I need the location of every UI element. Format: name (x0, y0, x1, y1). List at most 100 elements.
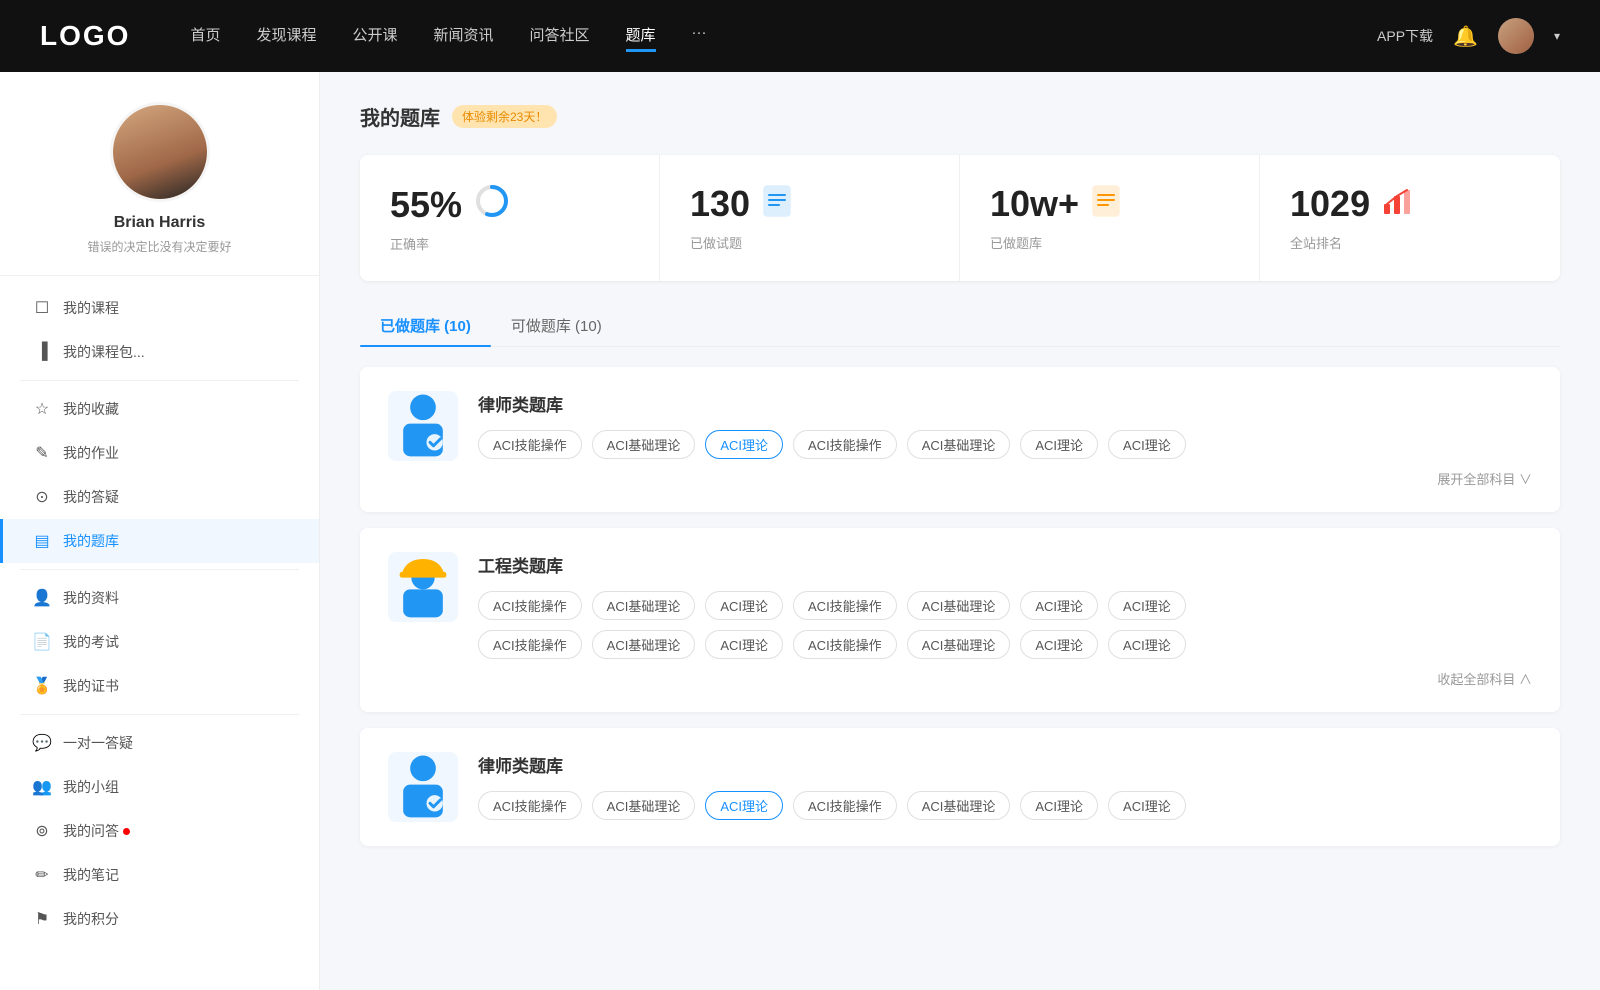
tag-e-4[interactable]: ACI基础理论 (907, 591, 1011, 620)
tag-3-3[interactable]: ACI技能操作 (793, 791, 897, 820)
pen-icon: ✏ (33, 866, 51, 884)
tag-1-4[interactable]: ACI基础理论 (907, 430, 1011, 459)
tag-e2-1[interactable]: ACI基础理论 (592, 630, 696, 659)
tag-1-0[interactable]: ACI技能操作 (478, 430, 582, 459)
tag-e-0[interactable]: ACI技能操作 (478, 591, 582, 620)
tag-e2-4[interactable]: ACI基础理论 (907, 630, 1011, 659)
avatar[interactable] (1498, 18, 1534, 54)
tag-3-4[interactable]: ACI基础理论 (907, 791, 1011, 820)
tag-1-6[interactable]: ACI理论 (1108, 430, 1186, 459)
app-download-link[interactable]: APP下载 (1377, 26, 1433, 46)
table-icon: ▤ (33, 532, 51, 550)
tag-e-3[interactable]: ACI技能操作 (793, 591, 897, 620)
qbank-icon-lawyer-2 (388, 752, 458, 822)
stat-accuracy-value: 55% (390, 184, 462, 226)
nav-questions[interactable]: 题库 (626, 20, 656, 52)
user-group-icon: 👤 (33, 589, 51, 607)
sidebar-item-points[interactable]: ⚑ 我的积分 (0, 897, 319, 941)
tag-e-6[interactable]: ACI理论 (1108, 591, 1186, 620)
stat-accuracy: 55% 正确率 (360, 155, 660, 281)
sidebar-avatar-image (113, 105, 207, 199)
tag-1-2[interactable]: ACI理论 (705, 430, 783, 459)
sidebar-item-question-bank[interactable]: ▤ 我的题库 (0, 519, 319, 563)
sidebar-divider-2 (20, 569, 299, 570)
sidebar-item-my-questions[interactable]: ⊚ 我的问答 (0, 809, 319, 853)
tag-1-5[interactable]: ACI理论 (1020, 430, 1098, 459)
sidebar-item-certificate[interactable]: 🏅 我的证书 (0, 664, 319, 708)
nav-more[interactable]: ··· (692, 20, 707, 52)
tag-e2-3[interactable]: ACI技能操作 (793, 630, 897, 659)
stat-done-banks-value: 10w+ (990, 183, 1079, 225)
sidebar-item-course-package[interactable]: ▐ 我的课程包... (0, 330, 319, 374)
tag-3-5[interactable]: ACI理论 (1020, 791, 1098, 820)
tag-1-1[interactable]: ACI基础理论 (592, 430, 696, 459)
bar-red-icon (1382, 186, 1412, 223)
tag-e-2[interactable]: ACI理论 (705, 591, 783, 620)
sidebar-item-homework[interactable]: ✎ 我的作业 (0, 431, 319, 475)
avatar-dropdown-arrow[interactable]: ▾ (1554, 29, 1560, 43)
sidebar-item-profile[interactable]: 👤 我的资料 (0, 576, 319, 620)
qbank-content-engineer: 工程类题库 ACI技能操作 ACI基础理论 ACI理论 ACI技能操作 ACI基… (478, 552, 1532, 688)
qbank-card-lawyer-2: 律师类题库 ACI技能操作 ACI基础理论 ACI理论 ACI技能操作 ACI基… (360, 728, 1560, 846)
edit-icon: ✎ (33, 444, 51, 462)
tabs-row: 已做题库 (10) 可做题库 (10) (360, 305, 1560, 347)
nav-home[interactable]: 首页 (190, 20, 220, 52)
qbank-card-lawyer-1: 律师类题库 ACI技能操作 ACI基础理论 ACI理论 ACI技能操作 ACI基… (360, 367, 1560, 512)
tag-1-3[interactable]: ACI技能操作 (793, 430, 897, 459)
qbank-tags-1: ACI技能操作 ACI基础理论 ACI理论 ACI技能操作 ACI基础理论 AC… (478, 430, 1532, 459)
stat-done-banks-label: 已做题库 (990, 233, 1229, 252)
notification-dot (123, 828, 130, 835)
nav-qa[interactable]: 问答社区 (530, 20, 590, 52)
stat-done-questions: 130 已做试题 (660, 155, 960, 281)
tag-3-0[interactable]: ACI技能操作 (478, 791, 582, 820)
badge-icon: 🏅 (33, 677, 51, 695)
sidebar-item-notes[interactable]: ✏ 我的笔记 (0, 853, 319, 897)
tab-done-banks[interactable]: 已做题库 (10) (360, 305, 491, 346)
sidebar-item-one-on-one[interactable]: 💬 一对一答疑 (0, 721, 319, 765)
sidebar-divider-3 (20, 714, 299, 715)
notification-bell[interactable]: 🔔 (1453, 24, 1478, 49)
stat-accuracy-label: 正确率 (390, 234, 629, 253)
nav-opencourse[interactable]: 公开课 (352, 20, 397, 52)
sidebar: Brian Harris 错误的决定比没有决定要好 ☐ 我的课程 ▐ 我的课程包… (0, 72, 320, 990)
stat-rank: 1029 全站排名 (1260, 155, 1560, 281)
sidebar-divider-1 (20, 380, 299, 381)
accuracy-icon (474, 183, 510, 226)
page-title: 我的题库 (360, 102, 440, 131)
tag-e2-6[interactable]: ACI理论 (1108, 630, 1186, 659)
qbank-icon-lawyer-1 (388, 391, 458, 461)
stat-rank-label: 全站排名 (1290, 233, 1530, 252)
qbank-expand-1[interactable]: 展开全部科目 ∨ (478, 469, 1532, 488)
tag-e2-5[interactable]: ACI理论 (1020, 630, 1098, 659)
bar-chart-icon: ▐ (33, 343, 51, 361)
tag-3-6[interactable]: ACI理论 (1108, 791, 1186, 820)
nav-news[interactable]: 新闻资讯 (434, 20, 494, 52)
tag-3-1[interactable]: ACI基础理论 (592, 791, 696, 820)
sidebar-item-exam[interactable]: 📄 我的考试 (0, 620, 319, 664)
sidebar-item-favorites[interactable]: ☆ 我的收藏 (0, 387, 319, 431)
tag-e-5[interactable]: ACI理论 (1020, 591, 1098, 620)
tag-e2-0[interactable]: ACI技能操作 (478, 630, 582, 659)
page-title-row: 我的题库 体验剩余23天！ (360, 102, 1560, 131)
qbank-content-1: 律师类题库 ACI技能操作 ACI基础理论 ACI理论 ACI技能操作 ACI基… (478, 391, 1532, 488)
qbank-tags-engineer-2: ACI技能操作 ACI基础理论 ACI理论 ACI技能操作 ACI基础理论 AC… (478, 630, 1532, 659)
sidebar-avatar (110, 102, 210, 202)
person-icon: ⚑ (33, 910, 51, 928)
chat-icon: 💬 (33, 734, 51, 752)
sidebar-motto: 错误的决定比没有决定要好 (87, 238, 231, 255)
sidebar-item-my-courses[interactable]: ☐ 我的课程 (0, 286, 319, 330)
document-blue-icon (762, 184, 792, 225)
qbank-title-3: 律师类题库 (478, 752, 1532, 777)
tag-e2-2[interactable]: ACI理论 (705, 630, 783, 659)
sidebar-username: Brian Harris (114, 214, 206, 232)
sidebar-item-group[interactable]: 👥 我的小组 (0, 765, 319, 809)
qbank-title-engineer: 工程类题库 (478, 552, 1532, 577)
main-nav: 首页 发现课程 公开课 新闻资讯 问答社区 题库 ··· (190, 20, 1377, 52)
qbank-expand-engineer[interactable]: 收起全部科目 ∧ (478, 669, 1532, 688)
tab-available-banks[interactable]: 可做题库 (10) (491, 305, 622, 346)
sidebar-item-qa[interactable]: ⊙ 我的答疑 (0, 475, 319, 519)
sidebar-menu: ☐ 我的课程 ▐ 我的课程包... ☆ 我的收藏 ✎ 我的作业 ⊙ 我的答疑 ▤ (0, 276, 319, 951)
tag-3-2[interactable]: ACI理论 (705, 791, 783, 820)
nav-discover[interactable]: 发现课程 (256, 20, 316, 52)
tag-e-1[interactable]: ACI基础理论 (592, 591, 696, 620)
